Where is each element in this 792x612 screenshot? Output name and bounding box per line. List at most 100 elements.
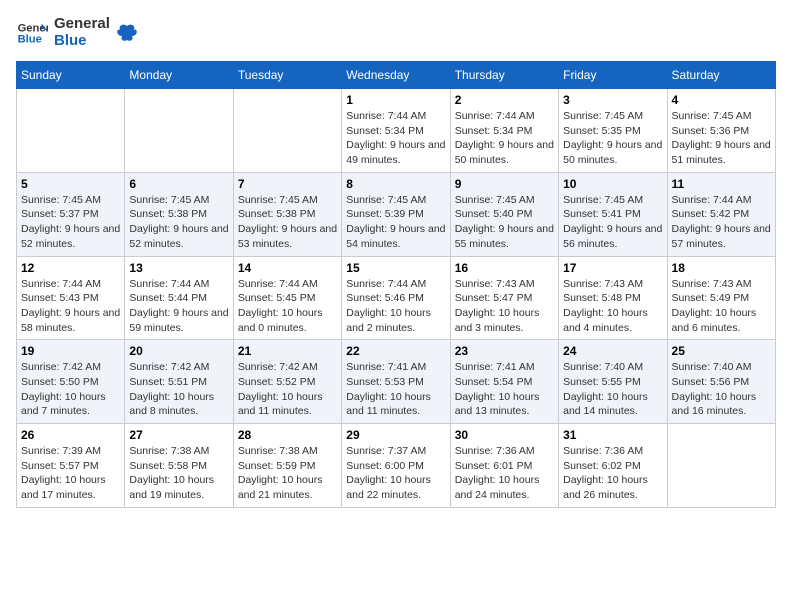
calendar-cell: 26 Sunrise: 7:39 AM Sunset: 5:57 PM Dayli…	[17, 424, 125, 508]
day-number: 3	[563, 93, 662, 107]
day-info: Sunrise: 7:45 AM Sunset: 5:36 PM Dayligh…	[672, 109, 771, 168]
day-number: 17	[563, 261, 662, 275]
calendar-cell: 17 Sunrise: 7:43 AM Sunset: 5:48 PM Dayli…	[559, 256, 667, 340]
day-number: 19	[21, 344, 120, 358]
calendar-week-row: 26 Sunrise: 7:39 AM Sunset: 5:57 PM Dayli…	[17, 424, 776, 508]
day-number: 30	[455, 428, 554, 442]
day-info: Sunrise: 7:36 AM Sunset: 6:01 PM Dayligh…	[455, 444, 554, 503]
day-info: Sunrise: 7:41 AM Sunset: 5:53 PM Dayligh…	[346, 360, 445, 419]
weekday-header-sunday: Sunday	[17, 62, 125, 89]
day-info: Sunrise: 7:43 AM Sunset: 5:47 PM Dayligh…	[455, 277, 554, 336]
calendar-cell: 5 Sunrise: 7:45 AM Sunset: 5:37 PM Daylig…	[17, 172, 125, 256]
day-info: Sunrise: 7:39 AM Sunset: 5:57 PM Dayligh…	[21, 444, 120, 503]
day-info: Sunrise: 7:38 AM Sunset: 5:58 PM Dayligh…	[129, 444, 228, 503]
calendar-cell: 30 Sunrise: 7:36 AM Sunset: 6:01 PM Dayli…	[450, 424, 558, 508]
calendar-cell	[667, 424, 775, 508]
day-info: Sunrise: 7:44 AM Sunset: 5:34 PM Dayligh…	[455, 109, 554, 168]
weekday-header-wednesday: Wednesday	[342, 62, 450, 89]
calendar-cell: 4 Sunrise: 7:45 AM Sunset: 5:36 PM Daylig…	[667, 89, 775, 173]
calendar-table: SundayMondayTuesdayWednesdayThursdayFrid…	[16, 61, 776, 508]
day-number: 29	[346, 428, 445, 442]
calendar-cell: 25 Sunrise: 7:40 AM Sunset: 5:56 PM Dayli…	[667, 340, 775, 424]
weekday-header-tuesday: Tuesday	[233, 62, 341, 89]
day-info: Sunrise: 7:38 AM Sunset: 5:59 PM Dayligh…	[238, 444, 337, 503]
day-number: 11	[672, 177, 771, 191]
day-info: Sunrise: 7:36 AM Sunset: 6:02 PM Dayligh…	[563, 444, 662, 503]
logo-bird-icon	[116, 22, 138, 44]
calendar-cell: 15 Sunrise: 7:44 AM Sunset: 5:46 PM Dayli…	[342, 256, 450, 340]
day-info: Sunrise: 7:40 AM Sunset: 5:55 PM Dayligh…	[563, 360, 662, 419]
day-number: 25	[672, 344, 771, 358]
day-info: Sunrise: 7:42 AM Sunset: 5:52 PM Dayligh…	[238, 360, 337, 419]
day-info: Sunrise: 7:42 AM Sunset: 5:51 PM Dayligh…	[129, 360, 228, 419]
day-number: 12	[21, 261, 120, 275]
day-info: Sunrise: 7:44 AM Sunset: 5:45 PM Dayligh…	[238, 277, 337, 336]
day-number: 14	[238, 261, 337, 275]
calendar-cell	[17, 89, 125, 173]
calendar-cell: 23 Sunrise: 7:41 AM Sunset: 5:54 PM Dayli…	[450, 340, 558, 424]
day-number: 5	[21, 177, 120, 191]
day-number: 10	[563, 177, 662, 191]
calendar-cell: 2 Sunrise: 7:44 AM Sunset: 5:34 PM Daylig…	[450, 89, 558, 173]
logo: General Blue General Blue	[16, 16, 138, 49]
weekday-header-friday: Friday	[559, 62, 667, 89]
day-number: 26	[21, 428, 120, 442]
calendar-cell: 20 Sunrise: 7:42 AM Sunset: 5:51 PM Dayli…	[125, 340, 233, 424]
day-number: 8	[346, 177, 445, 191]
day-number: 2	[455, 93, 554, 107]
logo-blue: Blue	[54, 33, 110, 50]
day-number: 24	[563, 344, 662, 358]
day-info: Sunrise: 7:40 AM Sunset: 5:56 PM Dayligh…	[672, 360, 771, 419]
calendar-cell: 16 Sunrise: 7:43 AM Sunset: 5:47 PM Dayli…	[450, 256, 558, 340]
day-info: Sunrise: 7:45 AM Sunset: 5:40 PM Dayligh…	[455, 193, 554, 252]
day-number: 7	[238, 177, 337, 191]
day-number: 6	[129, 177, 228, 191]
day-info: Sunrise: 7:43 AM Sunset: 5:49 PM Dayligh…	[672, 277, 771, 336]
calendar-cell: 31 Sunrise: 7:36 AM Sunset: 6:02 PM Dayli…	[559, 424, 667, 508]
day-number: 15	[346, 261, 445, 275]
day-number: 20	[129, 344, 228, 358]
day-number: 16	[455, 261, 554, 275]
calendar-cell	[125, 89, 233, 173]
calendar-cell: 13Sunrise: 7:44 AM Sunset: 5:44 PM Dayli…	[125, 256, 233, 340]
day-number: 4	[672, 93, 771, 107]
page-header: General Blue General Blue	[16, 16, 776, 49]
day-number: 28	[238, 428, 337, 442]
calendar-cell: 8Sunrise: 7:45 AM Sunset: 5:39 PM Daylig…	[342, 172, 450, 256]
day-info: Sunrise: 7:45 AM Sunset: 5:35 PM Dayligh…	[563, 109, 662, 168]
day-number: 23	[455, 344, 554, 358]
calendar-cell: 24 Sunrise: 7:40 AM Sunset: 5:55 PM Dayli…	[559, 340, 667, 424]
calendar-week-row: 5 Sunrise: 7:45 AM Sunset: 5:37 PM Daylig…	[17, 172, 776, 256]
day-info: Sunrise: 7:44 AM Sunset: 5:34 PM Dayligh…	[346, 109, 445, 168]
weekday-header-saturday: Saturday	[667, 62, 775, 89]
day-info: Sunrise: 7:41 AM Sunset: 5:54 PM Dayligh…	[455, 360, 554, 419]
calendar-cell	[233, 89, 341, 173]
day-number: 27	[129, 428, 228, 442]
day-info: Sunrise: 7:44 AM Sunset: 5:46 PM Dayligh…	[346, 277, 445, 336]
day-number: 31	[563, 428, 662, 442]
weekday-header-row: SundayMondayTuesdayWednesdayThursdayFrid…	[17, 62, 776, 89]
day-number: 1	[346, 93, 445, 107]
day-number: 9	[455, 177, 554, 191]
day-info: Sunrise: 7:45 AM Sunset: 5:38 PM Dayligh…	[129, 193, 228, 252]
calendar-cell: 10Sunrise: 7:45 AM Sunset: 5:41 PM Dayli…	[559, 172, 667, 256]
calendar-cell: 27 Sunrise: 7:38 AM Sunset: 5:58 PM Dayli…	[125, 424, 233, 508]
calendar-cell: 11Sunrise: 7:44 AM Sunset: 5:42 PM Dayli…	[667, 172, 775, 256]
calendar-week-row: 12Sunrise: 7:44 AM Sunset: 5:43 PM Dayli…	[17, 256, 776, 340]
day-number: 18	[672, 261, 771, 275]
calendar-cell: 28 Sunrise: 7:38 AM Sunset: 5:59 PM Dayli…	[233, 424, 341, 508]
weekday-header-monday: Monday	[125, 62, 233, 89]
calendar-cell: 22Sunrise: 7:41 AM Sunset: 5:53 PM Dayli…	[342, 340, 450, 424]
weekday-header-thursday: Thursday	[450, 62, 558, 89]
calendar-week-row: 19 Sunrise: 7:42 AM Sunset: 5:50 PM Dayli…	[17, 340, 776, 424]
day-info: Sunrise: 7:45 AM Sunset: 5:37 PM Dayligh…	[21, 193, 120, 252]
day-info: Sunrise: 7:45 AM Sunset: 5:38 PM Dayligh…	[238, 193, 337, 252]
day-info: Sunrise: 7:43 AM Sunset: 5:48 PM Dayligh…	[563, 277, 662, 336]
day-info: Sunrise: 7:42 AM Sunset: 5:50 PM Dayligh…	[21, 360, 120, 419]
logo-icon: General Blue	[16, 17, 48, 49]
calendar-cell: 1 Sunrise: 7:44 AM Sunset: 5:34 PM Daylig…	[342, 89, 450, 173]
calendar-cell: 12Sunrise: 7:44 AM Sunset: 5:43 PM Dayli…	[17, 256, 125, 340]
day-info: Sunrise: 7:37 AM Sunset: 6:00 PM Dayligh…	[346, 444, 445, 503]
logo-wordmark: General Blue	[54, 16, 110, 49]
calendar-week-row: 1 Sunrise: 7:44 AM Sunset: 5:34 PM Daylig…	[17, 89, 776, 173]
